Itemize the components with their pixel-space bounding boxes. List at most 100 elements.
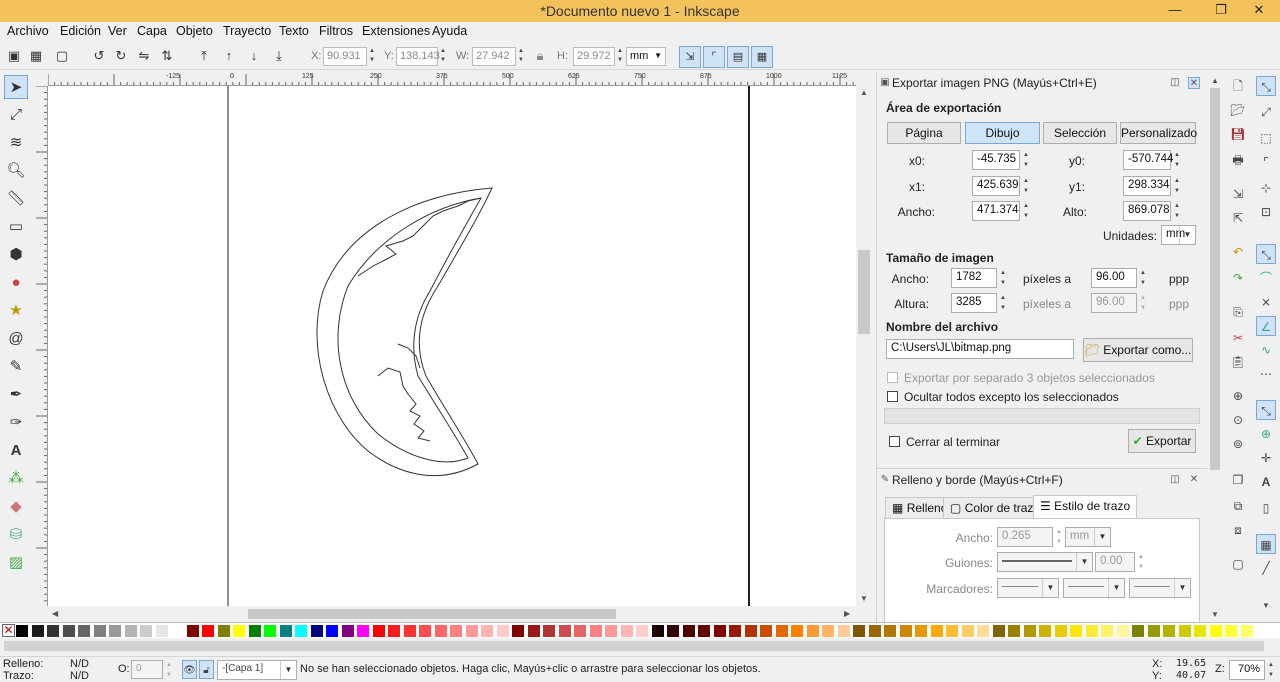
color-swatch[interactable] bbox=[202, 625, 214, 637]
menu-extensiones[interactable]: Extensiones bbox=[362, 24, 430, 38]
zoom-page-icon[interactable]: ⊚ bbox=[1228, 434, 1248, 454]
group-icon[interactable]: ▢ bbox=[1228, 554, 1248, 574]
scroll-left-icon[interactable]: ◀ bbox=[52, 609, 58, 618]
export-button[interactable]: ✔ Exportar bbox=[1128, 429, 1196, 453]
pencil-tool-icon[interactable]: ✎ bbox=[4, 355, 28, 379]
color-swatch[interactable] bbox=[574, 625, 586, 637]
color-swatch[interactable] bbox=[512, 625, 524, 637]
color-swatch[interactable] bbox=[403, 625, 416, 637]
minimize-button[interactable]: — bbox=[1160, 0, 1190, 22]
menu-edicion[interactable]: Edición bbox=[60, 24, 101, 38]
dock-scrollbar[interactable]: ▲ ▼ bbox=[1208, 72, 1222, 622]
color-swatch[interactable] bbox=[388, 625, 400, 637]
color-swatch[interactable] bbox=[775, 625, 788, 637]
ellipse-tool-icon[interactable]: ● bbox=[4, 271, 28, 295]
save-icon[interactable]: 💾︎ bbox=[1228, 124, 1248, 144]
snap-smooth-icon[interactable]: ∿ bbox=[1256, 340, 1276, 360]
color-swatch[interactable] bbox=[1023, 625, 1036, 637]
color-swatch[interactable] bbox=[1240, 625, 1253, 637]
menu-capa[interactable]: Capa bbox=[137, 24, 167, 38]
zoom-drawing-icon[interactable]: ⊙ bbox=[1228, 410, 1248, 430]
x1-spin-arrows[interactable]: ▲ ▼ bbox=[1021, 176, 1031, 196]
drawing-canvas[interactable] bbox=[48, 86, 856, 606]
snap-others-icon[interactable]: ⤡ bbox=[1256, 400, 1276, 420]
text-tool-icon[interactable]: A bbox=[4, 439, 28, 463]
lower-icon[interactable]: ↓ bbox=[245, 47, 263, 65]
zoom-input[interactable]: 70% bbox=[1229, 660, 1265, 680]
color-swatch[interactable] bbox=[1101, 625, 1113, 637]
horizontal-scroll-thumb[interactable] bbox=[248, 609, 616, 619]
color-swatch[interactable] bbox=[992, 625, 1005, 637]
snap-guide-icon[interactable]: ╱ bbox=[1256, 558, 1276, 578]
open-icon[interactable]: 📂︎ bbox=[1228, 100, 1248, 120]
color-swatch[interactable] bbox=[791, 625, 803, 637]
redo-icon[interactable]: ↷ bbox=[1228, 268, 1248, 288]
color-swatch[interactable] bbox=[837, 625, 850, 637]
color-swatch[interactable] bbox=[31, 625, 44, 637]
y0-input[interactable]: -570.744 bbox=[1123, 150, 1173, 170]
color-swatch[interactable] bbox=[543, 625, 555, 637]
star-tool-icon[interactable]: ★ bbox=[4, 299, 28, 323]
color-swatch[interactable] bbox=[155, 625, 168, 637]
snap-cusp-icon[interactable]: ∠ bbox=[1256, 316, 1276, 336]
deselect-icon[interactable]: ▢ bbox=[53, 47, 71, 65]
area-custom-button[interactable]: Personalizado bbox=[1120, 122, 1197, 144]
unit-select[interactable]: mm ▼ bbox=[626, 47, 666, 66]
new-document-icon[interactable]: 🗋 bbox=[1228, 76, 1248, 96]
h-spin-arrows[interactable]: ▲ ▼ bbox=[615, 47, 625, 66]
color-swatch[interactable] bbox=[729, 625, 741, 637]
no-paint-swatch[interactable]: ✕ bbox=[2, 624, 15, 637]
rotate-cw-icon[interactable]: ↻ bbox=[112, 47, 130, 65]
snap-path-icon[interactable]: ⌒ bbox=[1256, 268, 1276, 288]
close-dialog-icon[interactable]: ✕ bbox=[1188, 77, 1200, 89]
color-swatch[interactable] bbox=[1039, 625, 1051, 637]
export-as-button[interactable]: 📁︎ Exportar como... bbox=[1083, 338, 1193, 362]
zoom-spin-arrows[interactable]: ▲ ▼ bbox=[1266, 660, 1276, 680]
dpi-spin-arrows[interactable]: ▲ ▼ bbox=[1138, 268, 1148, 288]
bucket-tool-icon[interactable]: ⛁ bbox=[4, 523, 28, 547]
swatch-row[interactable] bbox=[16, 623, 1280, 639]
x1-input[interactable]: 425.639 bbox=[972, 176, 1020, 196]
opacity-spin-arrows[interactable]: ▲ ▼ bbox=[164, 660, 174, 679]
color-swatch[interactable] bbox=[310, 625, 323, 637]
color-swatch[interactable] bbox=[357, 625, 369, 637]
snap-bbox-corner-icon[interactable]: ⌜ bbox=[1256, 152, 1276, 172]
color-swatch[interactable] bbox=[341, 625, 354, 637]
menu-trayecto[interactable]: Trayecto bbox=[223, 24, 271, 38]
y0-spin-arrows[interactable]: ▲ ▼ bbox=[1172, 150, 1182, 170]
area-width-input[interactable]: 471.374 bbox=[972, 201, 1020, 221]
color-swatch[interactable] bbox=[651, 625, 664, 637]
filename-input[interactable]: C:\Users\JL\bitmap.png bbox=[886, 339, 1074, 359]
dpi-input[interactable]: 96.00 bbox=[1091, 268, 1137, 288]
scroll-right-icon[interactable]: ▶ bbox=[844, 609, 850, 618]
menu-objeto[interactable]: Objeto bbox=[176, 24, 213, 38]
color-swatch[interactable] bbox=[853, 625, 865, 637]
color-swatch[interactable] bbox=[481, 625, 493, 637]
snap-text-baseline-icon[interactable]: A bbox=[1256, 472, 1276, 492]
gradient-tool-icon[interactable]: ▨ bbox=[4, 551, 28, 575]
units-select[interactable]: mm ▼ bbox=[1161, 225, 1196, 245]
snap-page-border-icon[interactable]: ▯ bbox=[1256, 498, 1276, 518]
color-swatch[interactable] bbox=[636, 625, 648, 637]
zoom-tool-icon[interactable]: 🔍︎ bbox=[4, 159, 28, 183]
color-swatch[interactable] bbox=[744, 625, 757, 637]
layer-lock-icon[interactable]: 🔓︎ bbox=[199, 660, 214, 679]
color-swatch[interactable] bbox=[47, 625, 59, 637]
opacity-input[interactable]: 0 bbox=[131, 660, 163, 679]
color-swatch[interactable] bbox=[868, 625, 881, 637]
color-swatch[interactable] bbox=[620, 625, 633, 637]
snap-bbox-center-icon[interactable]: ⊡ bbox=[1256, 202, 1276, 222]
copy-icon[interactable]: ⎘ bbox=[1228, 302, 1248, 322]
y-spin-arrows[interactable]: ▲ ▼ bbox=[438, 47, 448, 66]
image-height-spin-arrows[interactable]: ▲ ▼ bbox=[998, 293, 1008, 313]
color-swatch[interactable] bbox=[806, 625, 819, 637]
import-icon[interactable]: ⇲ bbox=[1228, 184, 1248, 204]
color-swatch[interactable] bbox=[140, 625, 152, 637]
color-swatch[interactable] bbox=[434, 625, 447, 637]
y-input[interactable]: 138.143 bbox=[396, 47, 440, 66]
scroll-up-icon[interactable]: ▲ bbox=[860, 88, 868, 97]
lock-icon[interactable]: 🔒︎ bbox=[531, 47, 549, 65]
fill-indicator-value[interactable]: N/D bbox=[70, 658, 89, 670]
snap-grid-icon[interactable]: ▦ bbox=[1256, 534, 1276, 554]
flip-vertical-icon[interactable]: ⇅ bbox=[158, 47, 176, 65]
